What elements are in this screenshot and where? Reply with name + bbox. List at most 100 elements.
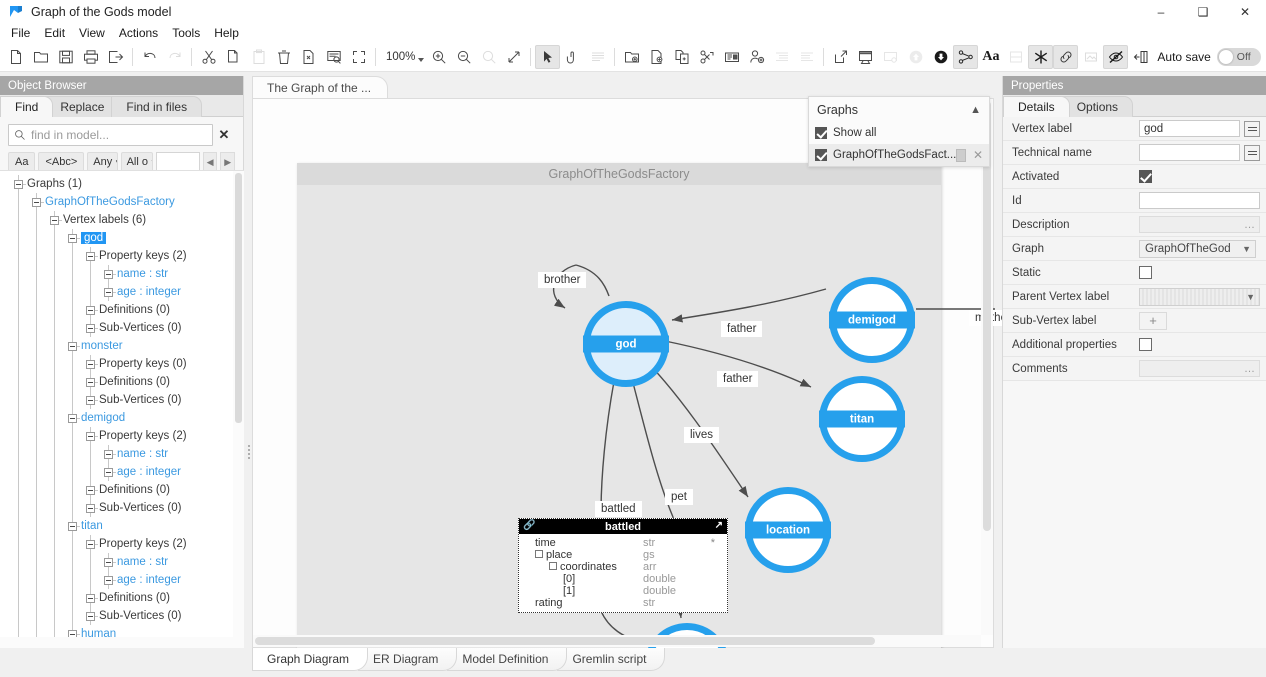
undo-icon[interactable]: [137, 45, 162, 69]
tree-item[interactable]: monster: [0, 337, 244, 355]
tree-expander-icon[interactable]: [14, 179, 23, 189]
show-all-checkbox[interactable]: [815, 127, 827, 139]
property-menu-icon[interactable]: [1244, 120, 1260, 137]
link-annotation-icon[interactable]: [1053, 44, 1079, 69]
chevron-down-icon[interactable]: ▼: [1242, 244, 1255, 254]
tree-item[interactable]: Sub-Vertices (0): [0, 319, 244, 337]
match-case-button[interactable]: Aa: [8, 152, 36, 172]
tree-expander-icon[interactable]: [86, 503, 95, 513]
tree-item[interactable]: Property keys (2): [0, 427, 244, 445]
new-graph-icon[interactable]: [619, 45, 644, 69]
tree-item[interactable]: age : integer: [0, 283, 244, 301]
tree-item[interactable]: age : integer: [0, 571, 244, 589]
menu-help[interactable]: Help: [207, 25, 246, 41]
tree-expander-icon[interactable]: [104, 449, 113, 459]
find-replace-icon[interactable]: [321, 45, 346, 69]
property-input[interactable]: god: [1139, 120, 1240, 137]
tree-expander-icon[interactable]: [50, 215, 59, 225]
tree-expander-icon[interactable]: [86, 395, 95, 405]
print-icon[interactable]: [78, 45, 103, 69]
tree-expander-icon[interactable]: [68, 233, 77, 243]
model-window-icon[interactable]: [853, 45, 878, 69]
tree-scrollbar-horizontal[interactable]: [0, 637, 233, 648]
tree-expander-icon[interactable]: [68, 521, 77, 531]
edge-label[interactable]: father: [717, 371, 759, 387]
graphs-show-all-row[interactable]: Show all: [809, 122, 989, 144]
tree-item[interactable]: name : str: [0, 445, 244, 463]
tree-item[interactable]: god: [0, 229, 244, 247]
zoom-out-icon[interactable]: [451, 45, 476, 69]
tree-expander-icon[interactable]: [86, 539, 95, 549]
tree-expander-icon[interactable]: [86, 593, 95, 603]
tree-item[interactable]: Definitions (0): [0, 301, 244, 319]
tree-item[interactable]: Sub-Vertices (0): [0, 607, 244, 625]
new-user-icon[interactable]: [744, 45, 769, 69]
tree-expander-icon[interactable]: [68, 341, 77, 351]
ellipsis-icon[interactable]: …: [1244, 363, 1259, 375]
tab-model-definition[interactable]: Model Definition: [447, 648, 568, 671]
tree-item[interactable]: Sub-Vertices (0): [0, 391, 244, 409]
tree-expander-icon[interactable]: [86, 431, 95, 441]
tab-details[interactable]: Details: [1003, 96, 1070, 117]
tree-expander-icon[interactable]: [86, 377, 95, 387]
tree-expander-icon[interactable]: [86, 323, 95, 333]
download-icon[interactable]: [928, 45, 953, 69]
export-icon[interactable]: [103, 45, 128, 69]
save-icon[interactable]: [53, 45, 78, 69]
tree-item[interactable]: Definitions (0): [0, 481, 244, 499]
delete-icon[interactable]: [271, 45, 296, 69]
maximize-button[interactable]: ❑: [1182, 0, 1224, 24]
tree-item[interactable]: GraphOfTheGodsFactory: [0, 193, 244, 211]
diagram-canvas[interactable]: GraphOfTheGodsFactory god demigod titan …: [252, 98, 1202, 677]
property-input[interactable]: [1139, 192, 1260, 209]
edge-label[interactable]: brother: [538, 272, 587, 288]
vertex-node-demigod[interactable]: demigod: [829, 277, 915, 363]
tree-expander-icon[interactable]: [104, 269, 113, 279]
vertex-node-god[interactable]: god: [583, 301, 669, 387]
tree-item[interactable]: name : str: [0, 265, 244, 283]
hand-icon[interactable]: [560, 45, 585, 69]
tree-item[interactable]: Property keys (0): [0, 355, 244, 373]
new-icon[interactable]: [3, 45, 28, 69]
tree-expander-icon[interactable]: [86, 485, 95, 495]
menu-actions[interactable]: Actions: [112, 25, 165, 41]
tab-replace[interactable]: Replace: [45, 96, 120, 117]
open-external-icon[interactable]: [828, 45, 853, 69]
tree-item[interactable]: Property keys (2): [0, 535, 244, 553]
pointer-icon[interactable]: [535, 44, 561, 69]
new-note-icon[interactable]: [719, 45, 744, 69]
expand-diagonal-icon[interactable]: [501, 45, 526, 69]
tab-find-in-files[interactable]: Find in files: [111, 96, 203, 117]
property-select[interactable]: GraphOfTheGod ▼: [1139, 239, 1256, 258]
edge-label[interactable]: lives: [684, 427, 720, 443]
left-splitter-handle[interactable]: [246, 441, 251, 463]
find-next-button[interactable]: ▶: [220, 152, 235, 172]
close-icon[interactable]: ✕: [973, 148, 983, 162]
tree-item[interactable]: Definitions (0): [0, 589, 244, 607]
vertex-node-titan[interactable]: titan: [819, 376, 905, 462]
autosave-toggle[interactable]: Off: [1216, 47, 1261, 66]
menu-edit[interactable]: Edit: [37, 25, 72, 41]
zoom-in-icon[interactable]: [426, 45, 451, 69]
tree-expander-icon[interactable]: [86, 251, 95, 261]
property-checkbox[interactable]: [1139, 170, 1152, 183]
open-folder-icon[interactable]: [28, 45, 53, 69]
property-checkbox[interactable]: [1139, 338, 1152, 351]
tree-item[interactable]: Sub-Vertices (0): [0, 499, 244, 517]
tree-expander-icon[interactable]: [104, 467, 113, 477]
expand-icon[interactable]: ↗: [715, 520, 723, 531]
tree-expander-icon[interactable]: [104, 287, 113, 297]
tree-expander-icon[interactable]: [68, 413, 77, 423]
hide-eye-icon[interactable]: [1103, 44, 1129, 69]
property-input[interactable]: …: [1139, 360, 1260, 377]
tree-expander-icon[interactable]: [86, 611, 95, 621]
tree-scroll-thumb[interactable]: [235, 173, 242, 423]
property-menu-icon[interactable]: [1244, 144, 1260, 161]
font-icon[interactable]: Aa: [978, 45, 1003, 69]
graph-color-swatch[interactable]: [956, 148, 966, 162]
tab-options[interactable]: Options: [1061, 96, 1134, 117]
detail-card-battled-card[interactable]: 🔗 battled ↗ time str * place gs coordinates arr [0…: [518, 518, 728, 613]
tab-gremlin-script[interactable]: Gremlin script: [557, 648, 666, 671]
document-tab[interactable]: The Graph of the ...: [252, 76, 389, 98]
new-edge-icon[interactable]: [694, 45, 719, 69]
